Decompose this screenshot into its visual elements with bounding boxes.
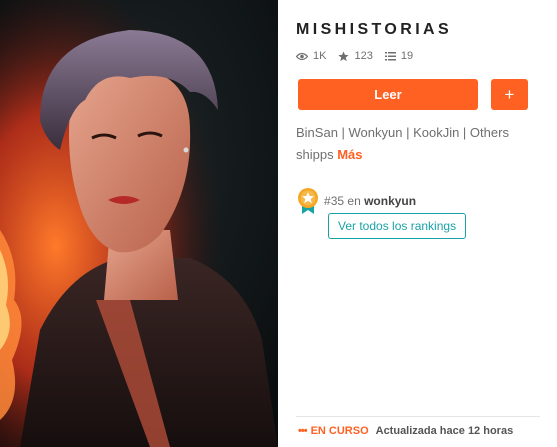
parts-count: 19 (400, 50, 414, 62)
eye-icon (296, 52, 308, 60)
story-cover[interactable] (0, 0, 278, 447)
cover-photo (0, 0, 278, 447)
story-status: ••• EN CURSO Actualizada hace 12 horas (298, 425, 513, 437)
updated-text: Actualizada hace 12 horas (375, 425, 514, 437)
add-to-library-button[interactable]: + (491, 79, 528, 110)
parts-stat: 19 (384, 50, 414, 62)
reads-count: 1K (313, 50, 327, 62)
ranking-text: #35 en wonkyun (324, 194, 416, 208)
rank-in: en (347, 194, 361, 208)
list-icon (384, 52, 396, 61)
rank-prefix: # (324, 194, 331, 208)
reads-stat: 1K (296, 50, 326, 62)
votes-stat: 123 (338, 50, 373, 62)
more-link[interactable]: Más (337, 147, 362, 162)
story-stats: 1K 123 19 (296, 50, 425, 62)
ranking-section: #35 en wonkyun Ver todos los rankings (296, 187, 536, 243)
story-description: BinSan | Wonkyun | KookJin | Others ship… (296, 122, 536, 166)
ranking-badge-icon (298, 188, 318, 214)
description-text: BinSan | Wonkyun | KookJin | Others ship… (296, 125, 509, 162)
story-title[interactable]: MISHISTORIAS (296, 21, 452, 39)
divider (296, 416, 540, 417)
status-dots: ••• (298, 425, 308, 437)
rank-tag[interactable]: wonkyun (364, 194, 416, 208)
votes-count: 123 (354, 50, 373, 62)
read-button[interactable]: Leer (298, 79, 478, 110)
story-info-panel: MISHISTORIAS 1K 123 19 Leer + BinSan | W… (296, 0, 544, 447)
view-all-rankings-button[interactable]: Ver todos los rankings (328, 213, 467, 239)
status-badge: EN CURSO (310, 425, 369, 437)
star-icon (338, 50, 350, 61)
rank-number: 35 (330, 194, 345, 208)
